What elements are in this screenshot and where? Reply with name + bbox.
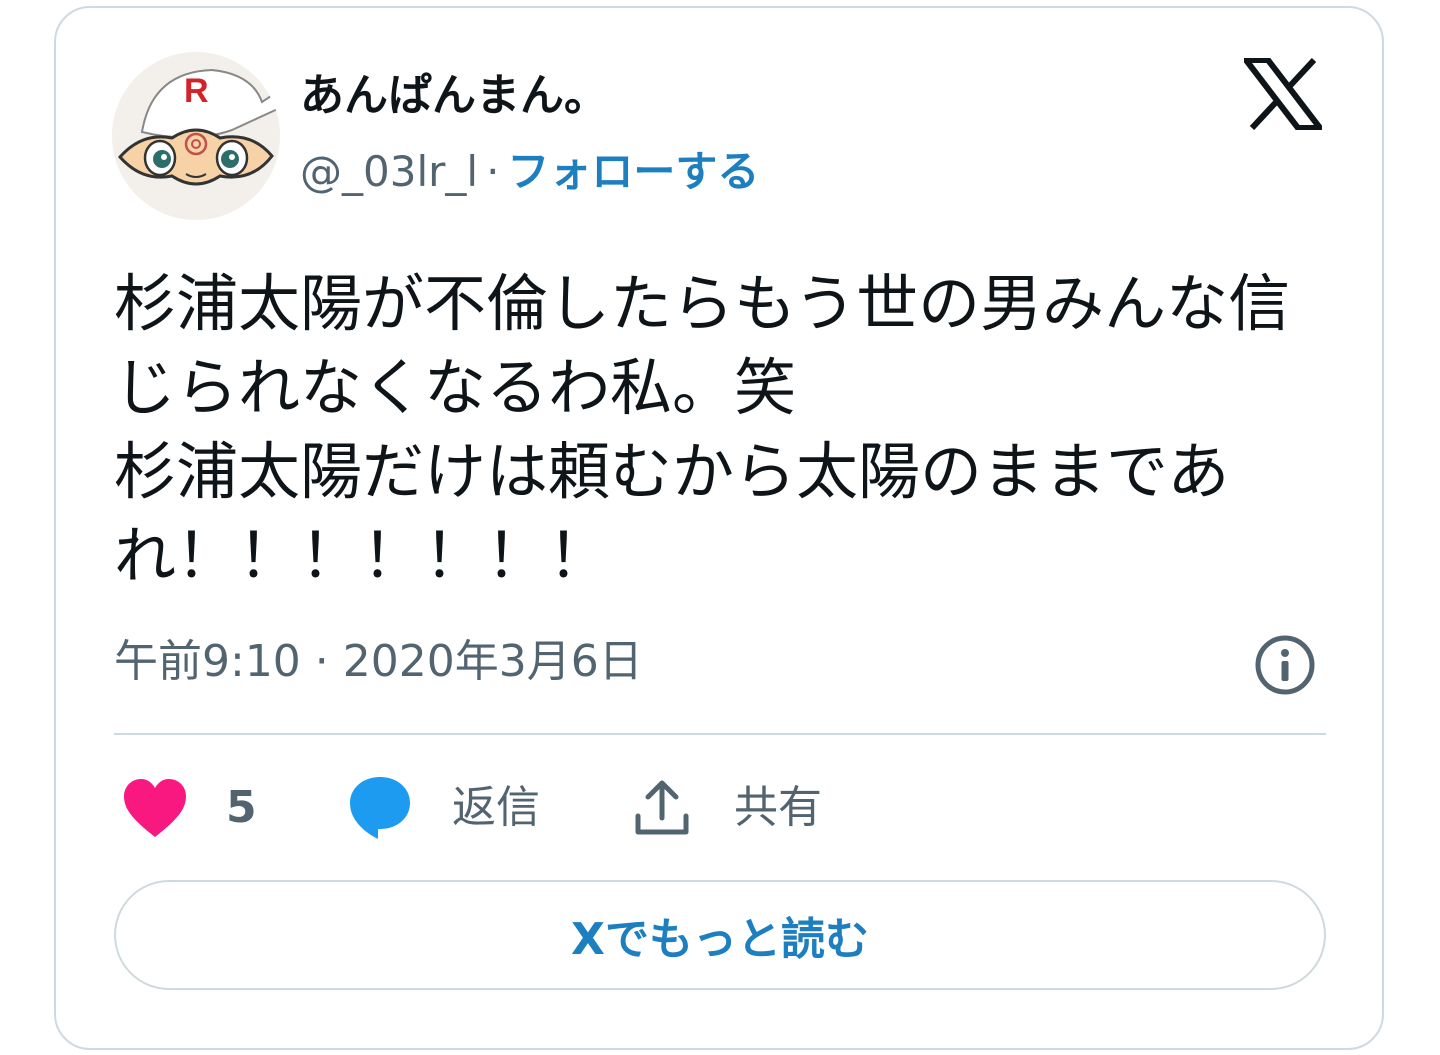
post-text: 杉浦太陽が不倫したらもう世の男みんな信じられなくなるわ私。笑 杉浦太陽だけは頼む…	[114, 267, 1291, 592]
user-handle[interactable]: @_03lr_l	[300, 147, 478, 196]
speech-bubble-icon	[350, 777, 410, 839]
follow-button[interactable]: フォローする	[507, 147, 759, 196]
handle-separator: ·	[486, 147, 500, 196]
avatar-image: R	[112, 52, 280, 220]
reply-label: 返信	[452, 782, 540, 833]
avatar-badge: R	[184, 72, 209, 110]
post-timestamp[interactable]: 午前9:10 · 2020年3月6日	[114, 632, 643, 692]
share-label: 共有	[734, 782, 822, 833]
read-more-button[interactable]: Xでもっと読む	[114, 880, 1326, 990]
like-count: 5	[226, 782, 257, 833]
display-name[interactable]: あんぱんまん。	[300, 68, 608, 124]
reply-button[interactable]: 返信	[348, 772, 540, 844]
heart-icon	[124, 779, 186, 837]
upload-icon	[635, 780, 689, 835]
share-button[interactable]: 共有	[632, 772, 822, 844]
info-icon[interactable]	[1254, 634, 1316, 696]
avatar[interactable]: R	[112, 52, 280, 220]
divider	[114, 733, 1326, 735]
x-logo-icon[interactable]	[1244, 58, 1322, 130]
handle-row: @_03lr_l · フォローする	[300, 144, 759, 200]
like-button[interactable]: 5	[122, 772, 257, 844]
